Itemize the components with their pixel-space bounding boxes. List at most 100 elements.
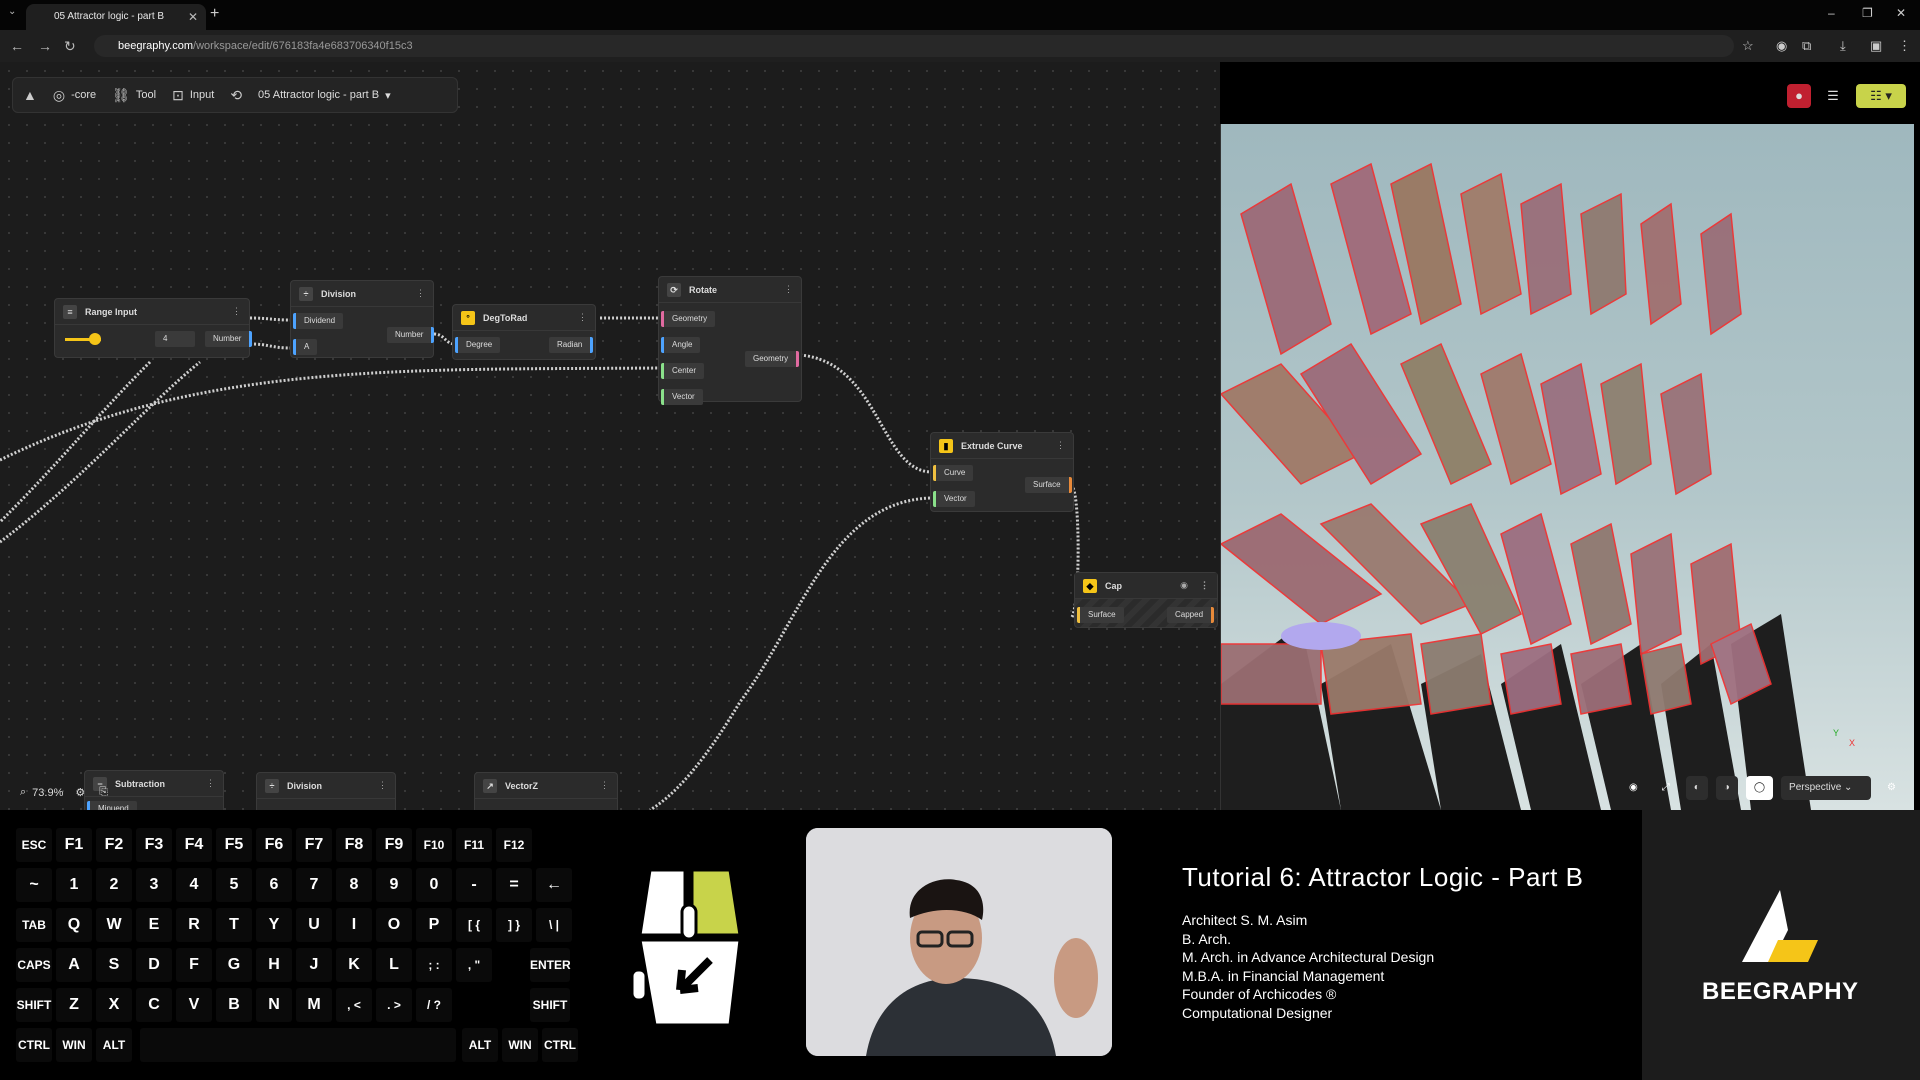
bookmark-star-icon[interactable]: ☆ [1742,38,1754,54]
extensions-puzzle-icon[interactable]: ⧉ [1802,38,1811,54]
node-title: Cap [1105,580,1123,591]
key-d: D [136,948,172,982]
key-5: 5 [216,868,252,902]
extension-icon[interactable]: ◉ [1776,38,1787,54]
port-vector-in[interactable]: Vector [933,491,975,507]
tool-button[interactable]: ⛓ Tool [112,87,156,104]
node-title: Range Input [85,306,137,317]
url-field[interactable]: beegraphy.com/workspace/edit/676183fa4e6… [94,35,1734,57]
key-3: 3 [136,868,172,902]
input-button[interactable]: ⊡ Input [172,87,214,104]
3d-viewport[interactable]: X Y ◉ ⤢ ◐ ◑ ◯ Perspective ⌄ ⚙ [1220,124,1914,810]
port-geometry-out[interactable]: Geometry [745,351,800,367]
node-menu-icon[interactable]: ⋮ [600,780,609,791]
settings-toggle-button[interactable]: ☷ ▾ [1856,84,1906,108]
port-vector-in[interactable]: Vector [661,389,703,405]
port-degree-in[interactable]: Degree [455,337,501,353]
key-u: U [296,908,332,942]
forward-icon[interactable]: → [38,38,52,54]
beegraphy-logo-icon[interactable]: ▲ [23,87,37,103]
port-radian-out[interactable]: Radian [549,337,594,353]
port-geometry-in[interactable]: Geometry [661,311,716,327]
key-f11: F11 [456,828,492,862]
browser-tab[interactable]: 05 Attractor logic - part B ✕ [26,4,206,30]
reload-icon[interactable]: ↻ [64,38,76,55]
node-menu-icon[interactable]: ⋮ [1056,440,1065,451]
key-f6: F6 [256,828,292,862]
share-icon[interactable]: ⟲ [230,87,242,104]
key-shift: SHIFT [16,988,52,1022]
minimize-button[interactable]: – [1828,6,1835,20]
node-menu-icon[interactable]: ⋮ [784,284,793,295]
wireframe-mode-icon[interactable]: ◐ [1685,776,1708,800]
port-a-in[interactable]: A [293,339,318,355]
key-0: 0 [416,868,452,902]
credit-line: Architect S. M. Asim [1182,912,1308,928]
core-library-button[interactable]: ◎ -core [53,87,96,104]
node-extrude-curve[interactable]: ▮ Extrude Curve ⋮ Curve Vector Surface [930,432,1074,512]
node-vectorz[interactable]: ↗ VectorZ ⋮ [474,772,618,810]
port-angle-in[interactable]: Angle [661,337,701,353]
node-menu-icon[interactable]: ⋮ [206,778,215,789]
port-curve-in[interactable]: Curve [933,465,974,481]
file-name-dropdown[interactable]: 05 Attractor logic - part B ▾ [258,89,391,102]
port-number-out[interactable]: Number [387,327,435,343]
camera-icon[interactable]: ⎘ [99,786,108,799]
node-canvas[interactable]: ▲ ◎ -core ⛓ Tool ⊡ Input ⟲ 05 Attractor log… [0,62,1220,810]
range-value-field[interactable]: 4 [155,331,195,347]
tab-close-icon[interactable]: ✕ [188,4,198,30]
viewport-settings-icon[interactable]: ⚙ [1879,776,1904,800]
port-surface-out[interactable]: Surface [1025,477,1072,493]
key-: ; : [416,948,452,982]
back-icon[interactable]: ← [10,38,24,54]
port-capped-out[interactable]: Capped [1167,607,1215,623]
range-slider-handle[interactable] [89,333,101,345]
key-f7: F7 [296,828,332,862]
core-label: -core [71,89,97,101]
key-e: E [136,908,172,942]
key-9: 9 [376,868,412,902]
port-number-out[interactable]: Number [205,331,253,347]
node-cap[interactable]: ◆ Cap ◉ ⋮ Surface Capped [1074,572,1218,628]
profile-icon[interactable]: ▣ [1870,38,1882,54]
gear-icon[interactable]: ⚙ [75,786,85,799]
shaded-mode-icon[interactable]: ◑ [1715,776,1738,800]
zoom-level: 73.9% [32,786,64,799]
close-window-button[interactable]: ✕ [1896,6,1906,20]
port-center-in[interactable]: Center [661,363,705,379]
node-menu-icon[interactable]: ⋮ [578,312,587,323]
key-6: 6 [256,868,292,902]
rendered-mode-icon[interactable]: ◯ [1745,776,1774,800]
node-menu-icon[interactable]: ⋮ [378,780,387,791]
node-title: VectorZ [505,780,539,791]
zoom-control[interactable]: ⌕ 73.9% ⚙ ⎘ [20,786,108,799]
camera-mode-dropdown[interactable]: Perspective ⌄ [1781,776,1872,800]
download-icon[interactable]: ⤓ [1840,38,1846,54]
node-title: DegToRad [483,312,528,323]
zoom-icon: ⌕ [20,786,27,798]
tab-list-icon[interactable]: ⌄ [8,6,16,17]
port-minuend-in[interactable]: Minuend [87,801,137,810]
key-: , < [336,988,372,1022]
eye-icon[interactable]: ◉ [1180,580,1188,591]
port-surface-in[interactable]: Surface [1077,607,1124,623]
node-division-2[interactable]: ÷ Division ⋮ [256,772,396,810]
node-degtorad[interactable]: ° DegToRad ⋮ Degree Radian [452,304,596,360]
node-rotate[interactable]: ⟳ Rotate ⋮ Geometry Angle Center Vector Ge… [658,276,802,405]
new-tab-button[interactable]: + [210,5,219,23]
browser-menu-icon[interactable]: ⋮ [1898,38,1911,54]
key-a: A [56,948,92,982]
maximize-button[interactable]: ❐ [1862,6,1873,20]
node-division[interactable]: ÷ Division ⋮ Dividend A Number [290,280,435,358]
node-menu-icon[interactable]: ⋮ [1200,580,1209,591]
node-range-input[interactable]: ≡ Range Input ⋮ 4 Number [54,298,253,358]
degtorad-icon: ° [461,310,475,325]
node-menu-icon[interactable]: ⋮ [232,306,241,317]
fit-view-icon[interactable]: ⤢ [1654,776,1678,800]
port-dividend-in[interactable]: Dividend [293,313,344,329]
node-menu-icon[interactable]: ⋮ [416,288,425,299]
camera-mode-label: Perspective [1789,782,1842,793]
record-button[interactable]: ● [1787,84,1811,108]
screenshot-icon[interactable]: ◉ [1621,776,1646,800]
comment-icon[interactable]: ☰ [1821,84,1845,108]
